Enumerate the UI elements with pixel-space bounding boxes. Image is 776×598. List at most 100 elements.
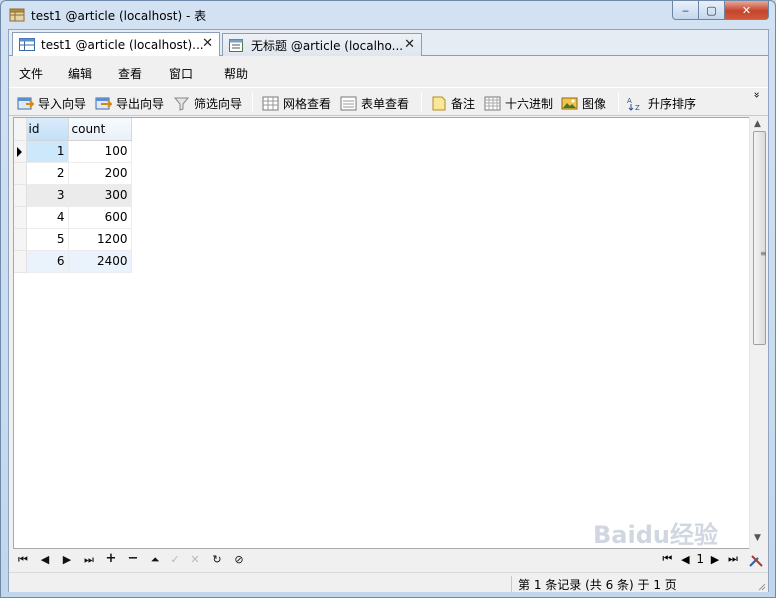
resize-grip-icon[interactable] <box>756 581 766 591</box>
move-up-icon[interactable]: ⏶ <box>147 553 163 567</box>
maximize-icon: ▢ <box>706 3 717 17</box>
chevron-overflow-icon[interactable]: » <box>751 92 764 99</box>
stop-icon[interactable]: ⊘ <box>231 553 247 566</box>
filter-wizard-label: 筛选向导 <box>194 96 243 111</box>
menu-window[interactable]: 窗口 <box>169 65 193 82</box>
title-bar[interactable]: test1 @article (localhost) - 表 ‒ ▢ ✕ <box>1 1 775 29</box>
table-row[interactable]: 5 1200 <box>14 228 132 251</box>
minimize-icon: ‒ <box>682 3 689 17</box>
cell-id[interactable]: 4 <box>26 206 69 229</box>
minimize-button[interactable]: ‒ <box>672 1 699 20</box>
scroll-up-icon[interactable]: ▲ <box>754 119 761 129</box>
form-view-button[interactable]: 表单查看 <box>340 93 409 113</box>
column-header-count[interactable]: count <box>68 118 132 141</box>
page-number: 1 <box>696 552 704 566</box>
settings-tools-icon[interactable] <box>748 554 764 568</box>
data-grid[interactable]: id count 1 100 2 200 3 300 4 600 5 1200 … <box>13 117 749 549</box>
tab-table-test1[interactable]: test1 @article (localhost)... ✕ <box>12 32 220 56</box>
memo-button[interactable]: 备注 <box>430 93 475 113</box>
menu-edit[interactable]: 编辑 <box>68 65 92 82</box>
record-status-text: 第 1 条记录 (共 6 条) 于 1 页 <box>511 576 677 592</box>
cell-id[interactable]: 3 <box>26 184 69 207</box>
menu-view[interactable]: 查看 <box>118 65 142 82</box>
baidu-watermark: Baidu经验 <box>593 521 718 549</box>
close-button[interactable]: ✕ <box>725 1 769 20</box>
window-controls: ‒ ▢ ✕ <box>672 1 769 21</box>
last-page-icon[interactable]: ⏭ <box>726 552 740 566</box>
scroll-thumb[interactable]: ≡ <box>753 131 767 345</box>
grid-view-label: 网格查看 <box>283 96 332 111</box>
toolbar: 导入向导 导出向导 筛选向导 网格查看 表单查看 备注 十六进制 图像 A Z … <box>9 87 768 116</box>
cell-count[interactable]: 600 <box>68 206 132 229</box>
import-wizard-button[interactable]: 导入向导 <box>17 93 86 113</box>
import-icon <box>17 97 34 109</box>
row-header[interactable] <box>14 184 27 207</box>
tab-bar: test1 @article (localhost)... ✕ 无标题 @art… <box>9 30 768 56</box>
prev-page-icon[interactable]: ◀ <box>678 553 692 566</box>
export-icon <box>95 97 112 109</box>
filter-wizard-button[interactable]: 筛选向导 <box>173 93 242 113</box>
first-page-icon[interactable]: ⏮ <box>660 552 674 566</box>
row-header[interactable] <box>14 162 27 185</box>
tab-query-untitled[interactable]: 无标题 @article (localho... ✕ <box>222 33 422 56</box>
toolbar-separator <box>421 92 422 112</box>
cancel-x-icon[interactable]: ✕ <box>187 553 203 566</box>
delete-record-icon[interactable]: − <box>125 551 141 566</box>
cell-count[interactable]: 200 <box>68 162 132 185</box>
next-record-icon[interactable]: ▶ <box>59 553 75 566</box>
prev-record-icon[interactable]: ◀ <box>37 553 53 566</box>
row-header[interactable] <box>14 228 27 251</box>
maximize-button[interactable]: ▢ <box>699 1 725 20</box>
close-icon[interactable]: ✕ <box>404 37 415 52</box>
grid-view-button[interactable]: 网格查看 <box>262 93 331 113</box>
import-wizard-label: 导入向导 <box>38 96 87 111</box>
grip-icon: ≡ <box>760 249 767 258</box>
cell-count[interactable]: 2400 <box>68 250 132 273</box>
cell-count[interactable]: 1200 <box>68 228 132 251</box>
form-icon <box>340 96 357 110</box>
close-icon[interactable]: ✕ <box>202 36 213 51</box>
table-row[interactable]: 2 200 <box>14 162 132 185</box>
sort-ascending-label: 升序排序 <box>648 96 697 111</box>
form-view-label: 表单查看 <box>361 96 410 111</box>
grid-corner <box>14 118 27 141</box>
tab-label: 无标题 @article (localho... <box>251 38 404 53</box>
main-content: test1 @article (localhost)... ✕ 无标题 @art… <box>8 29 769 592</box>
hex-label: 十六进制 <box>505 96 554 111</box>
table-row[interactable]: 4 600 <box>14 206 132 229</box>
export-wizard-button[interactable]: 导出向导 <box>95 93 164 113</box>
cell-count[interactable]: 300 <box>68 184 132 207</box>
table-row[interactable]: 3 300 <box>14 184 132 207</box>
column-header-id[interactable]: id <box>26 118 69 141</box>
cell-id[interactable]: 1 <box>26 140 69 163</box>
grid-icon <box>262 96 279 110</box>
cell-id[interactable]: 6 <box>26 250 69 273</box>
navicat-app-icon <box>9 8 25 22</box>
row-header[interactable] <box>14 140 27 163</box>
cell-id[interactable]: 5 <box>26 228 69 251</box>
cell-id[interactable]: 2 <box>26 162 69 185</box>
row-header[interactable] <box>14 206 27 229</box>
refresh-icon[interactable]: ↻ <box>209 553 225 566</box>
row-header[interactable] <box>14 250 27 273</box>
vertical-scrollbar[interactable]: ▲ ≡ ▼ <box>749 117 767 549</box>
menu-file[interactable]: 文件 <box>19 65 43 82</box>
apply-check-icon[interactable]: ✓ <box>167 553 183 566</box>
table-row[interactable]: 6 2400 <box>14 250 132 273</box>
svg-text:Z: Z <box>635 104 640 111</box>
next-page-icon[interactable]: ▶ <box>708 553 722 566</box>
table-row[interactable]: 1 100 <box>14 140 132 163</box>
status-bar: 第 1 条记录 (共 6 条) 于 1 页 <box>9 572 768 592</box>
scroll-down-icon[interactable]: ▼ <box>754 533 761 543</box>
cell-count[interactable]: 100 <box>68 140 132 163</box>
grid-table: id count 1 100 2 200 3 300 4 600 5 1200 … <box>14 118 132 273</box>
add-record-icon[interactable]: + <box>103 551 119 566</box>
first-record-icon[interactable]: ⏮ <box>15 553 31 567</box>
svg-text:A: A <box>627 97 632 105</box>
menu-help[interactable]: 帮助 <box>224 65 248 82</box>
hex-button[interactable]: 十六进制 <box>484 93 553 113</box>
image-button[interactable]: 图像 <box>561 93 606 113</box>
last-record-icon[interactable]: ⏭ <box>81 553 97 567</box>
sort-ascending-button[interactable]: AZ 升序排序 <box>627 93 696 113</box>
memo-label: 备注 <box>451 96 476 111</box>
